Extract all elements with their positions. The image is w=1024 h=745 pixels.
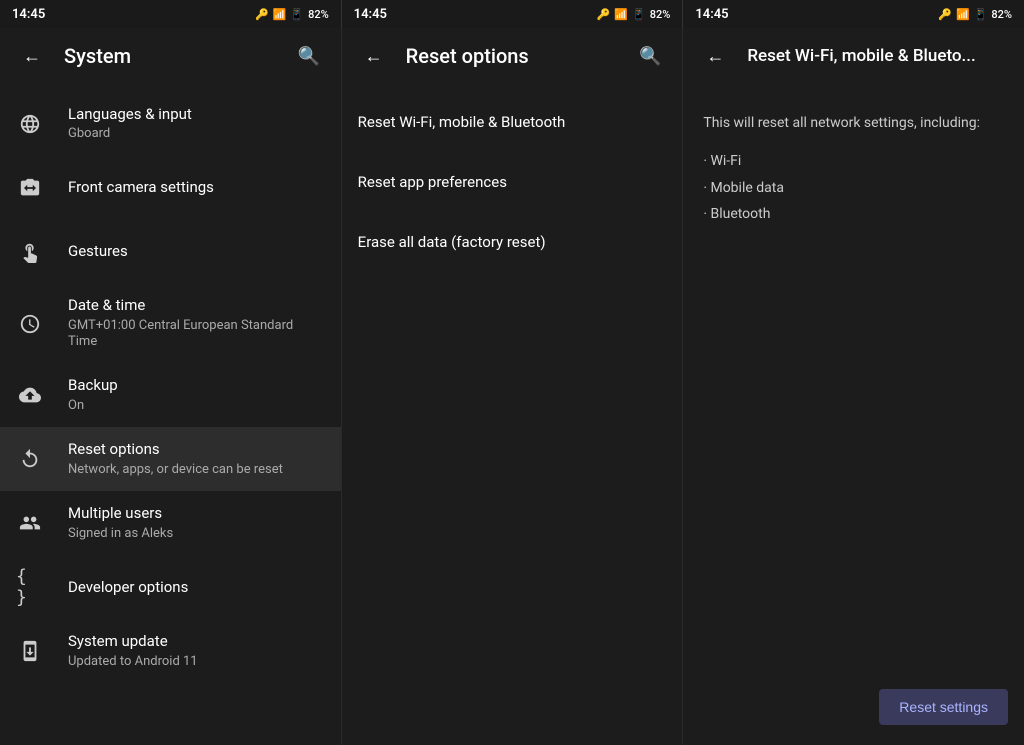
status-section-2: 14:45 🔑 📶 📱 82% (342, 0, 684, 28)
backup-text: Backup On (68, 376, 325, 414)
languages-input-subtitle: Gboard (68, 126, 325, 143)
signal-icon-2: 📱 (632, 8, 646, 21)
reset-wifi-panel-title: Reset Wi-Fi, mobile & Blueto... (747, 46, 1008, 66)
reset-options-content: Reset Wi-Fi, mobile & Bluetooth Reset ap… (342, 84, 683, 745)
system-panel-content: Languages & input Gboard Front camera se… (0, 84, 341, 745)
signal-icon: 📱 (290, 8, 304, 21)
status-section-1: 14:45 🔑 📶 📱 82% (0, 0, 342, 28)
backup-icon (16, 381, 44, 409)
system-panel: ← System 🔍 Languages & input Gboard (0, 28, 342, 745)
system-update-item[interactable]: System update Updated to Android 11 (0, 619, 341, 683)
system-update-text: System update Updated to Android 11 (68, 632, 325, 670)
key-icon-3: 🔑 (938, 8, 952, 21)
wifi-icon-3: 📶 (956, 8, 970, 21)
reset-wifi-list-item-1: · Wi-Fi (703, 150, 1004, 172)
reset-settings-button[interactable]: Reset settings (879, 689, 1008, 725)
reset-wifi-description: This will reset all network settings, in… (703, 112, 1004, 134)
languages-input-title: Languages & input (68, 105, 325, 125)
reset-wifi-back-button[interactable]: ← (699, 40, 731, 72)
reset-options-back-button[interactable]: ← (358, 40, 390, 72)
status-icons-3: 🔑 📶 📱 82% (938, 8, 1012, 21)
reset-app-preferences-title: Reset app preferences (358, 173, 507, 191)
reset-options-header: ← Reset options 🔍 (342, 28, 683, 84)
system-update-icon (16, 637, 44, 665)
erase-all-data-item[interactable]: Erase all data (factory reset) (342, 212, 683, 272)
system-panel-title: System (64, 44, 277, 68)
developer-options-title: Developer options (68, 578, 325, 598)
developer-options-item[interactable]: { } Developer options (0, 555, 341, 619)
languages-input-item[interactable]: Languages & input Gboard (0, 92, 341, 156)
system-update-title: System update (68, 632, 325, 652)
status-icons-2: 🔑 📶 📱 82% (597, 8, 671, 21)
multiple-users-title: Multiple users (68, 504, 325, 524)
battery-1: 82% (308, 8, 329, 21)
wifi-icon-2: 📶 (614, 8, 628, 21)
reset-options-panel-title: Reset options (406, 44, 619, 68)
reset-search-icon: 🔍 (639, 46, 661, 67)
reset-options-text: Reset options Network, apps, or device c… (68, 440, 325, 478)
gestures-icon (16, 238, 44, 266)
reset-wifi-description-section: This will reset all network settings, in… (683, 92, 1024, 250)
date-time-item[interactable]: Date & time GMT+01:00 Central European S… (0, 284, 341, 363)
battery-3: 82% (991, 8, 1012, 21)
front-camera-item[interactable]: Front camera settings (0, 156, 341, 220)
reset-options-panel: ← Reset options 🔍 Reset Wi-Fi, mobile & … (342, 28, 684, 745)
backup-item[interactable]: Backup On (0, 363, 341, 427)
developer-icon: { } (16, 573, 44, 601)
language-icon (16, 110, 44, 138)
clock-icon (16, 310, 44, 338)
reset-wifi-detail-content: This will reset all network settings, in… (683, 84, 1024, 745)
gestures-text: Gestures (68, 242, 325, 262)
front-camera-text: Front camera settings (68, 178, 325, 198)
reset-back-arrow-icon: ← (365, 46, 383, 67)
multiple-users-item[interactable]: Multiple users Signed in as Aleks (0, 491, 341, 555)
system-search-button[interactable]: 🔍 (293, 40, 325, 72)
system-update-subtitle: Updated to Android 11 (68, 654, 325, 671)
reset-options-subtitle: Network, apps, or device can be reset (68, 462, 325, 479)
key-icon: 🔑 (255, 8, 269, 21)
time-2: 14:45 (354, 7, 387, 22)
reset-options-title: Reset options (68, 440, 325, 460)
gestures-title: Gestures (68, 242, 325, 262)
backup-title: Backup (68, 376, 325, 396)
reset-wifi-item[interactable]: Reset Wi-Fi, mobile & Bluetooth (342, 92, 683, 152)
status-bar: 14:45 🔑 📶 📱 82% 14:45 🔑 📶 📱 82% 14:45 🔑 … (0, 0, 1024, 28)
reset-wifi-header: ← Reset Wi-Fi, mobile & Blueto... (683, 28, 1024, 84)
front-camera-icon (16, 174, 44, 202)
date-time-title: Date & time (68, 296, 325, 316)
battery-2: 82% (650, 8, 671, 21)
time-3: 14:45 (695, 7, 728, 22)
users-icon (16, 509, 44, 537)
reset-wifi-list-item-3: · Bluetooth (703, 203, 1004, 225)
key-icon-2: 🔑 (597, 8, 611, 21)
reset-app-preferences-item[interactable]: Reset app preferences (342, 152, 683, 212)
languages-input-text: Languages & input Gboard (68, 105, 325, 143)
reset-options-icon (16, 445, 44, 473)
reset-options-search-button[interactable]: 🔍 (634, 40, 666, 72)
status-icons-1: 🔑 📶 📱 82% (255, 8, 329, 21)
gestures-item[interactable]: Gestures (0, 220, 341, 284)
wifi-icon: 📶 (273, 8, 287, 21)
panels-container: ← System 🔍 Languages & input Gboard (0, 28, 1024, 745)
reset-options-item[interactable]: Reset options Network, apps, or device c… (0, 427, 341, 491)
developer-options-text: Developer options (68, 578, 325, 598)
time-1: 14:45 (12, 7, 45, 22)
multiple-users-subtitle: Signed in as Aleks (68, 526, 325, 543)
reset-wifi-detail-panel: ← Reset Wi-Fi, mobile & Blueto... This w… (683, 28, 1024, 745)
status-section-3: 14:45 🔑 📶 📱 82% (683, 0, 1024, 28)
front-camera-title: Front camera settings (68, 178, 325, 198)
reset-wifi-title: Reset Wi-Fi, mobile & Bluetooth (358, 113, 566, 131)
system-panel-header: ← System 🔍 (0, 28, 341, 84)
reset-wifi-back-arrow-icon: ← (706, 46, 724, 67)
system-back-button[interactable]: ← (16, 40, 48, 72)
erase-all-data-title: Erase all data (factory reset) (358, 233, 546, 251)
signal-icon-3: 📱 (974, 8, 988, 21)
system-search-icon: 🔍 (297, 46, 319, 67)
reset-wifi-list-item-2: · Mobile data (703, 177, 1004, 199)
date-time-text: Date & time GMT+01:00 Central European S… (68, 296, 325, 351)
date-time-subtitle: GMT+01:00 Central European Standard Time (68, 318, 325, 352)
back-arrow-icon: ← (23, 46, 41, 67)
backup-subtitle: On (68, 398, 325, 415)
multiple-users-text: Multiple users Signed in as Aleks (68, 504, 325, 542)
